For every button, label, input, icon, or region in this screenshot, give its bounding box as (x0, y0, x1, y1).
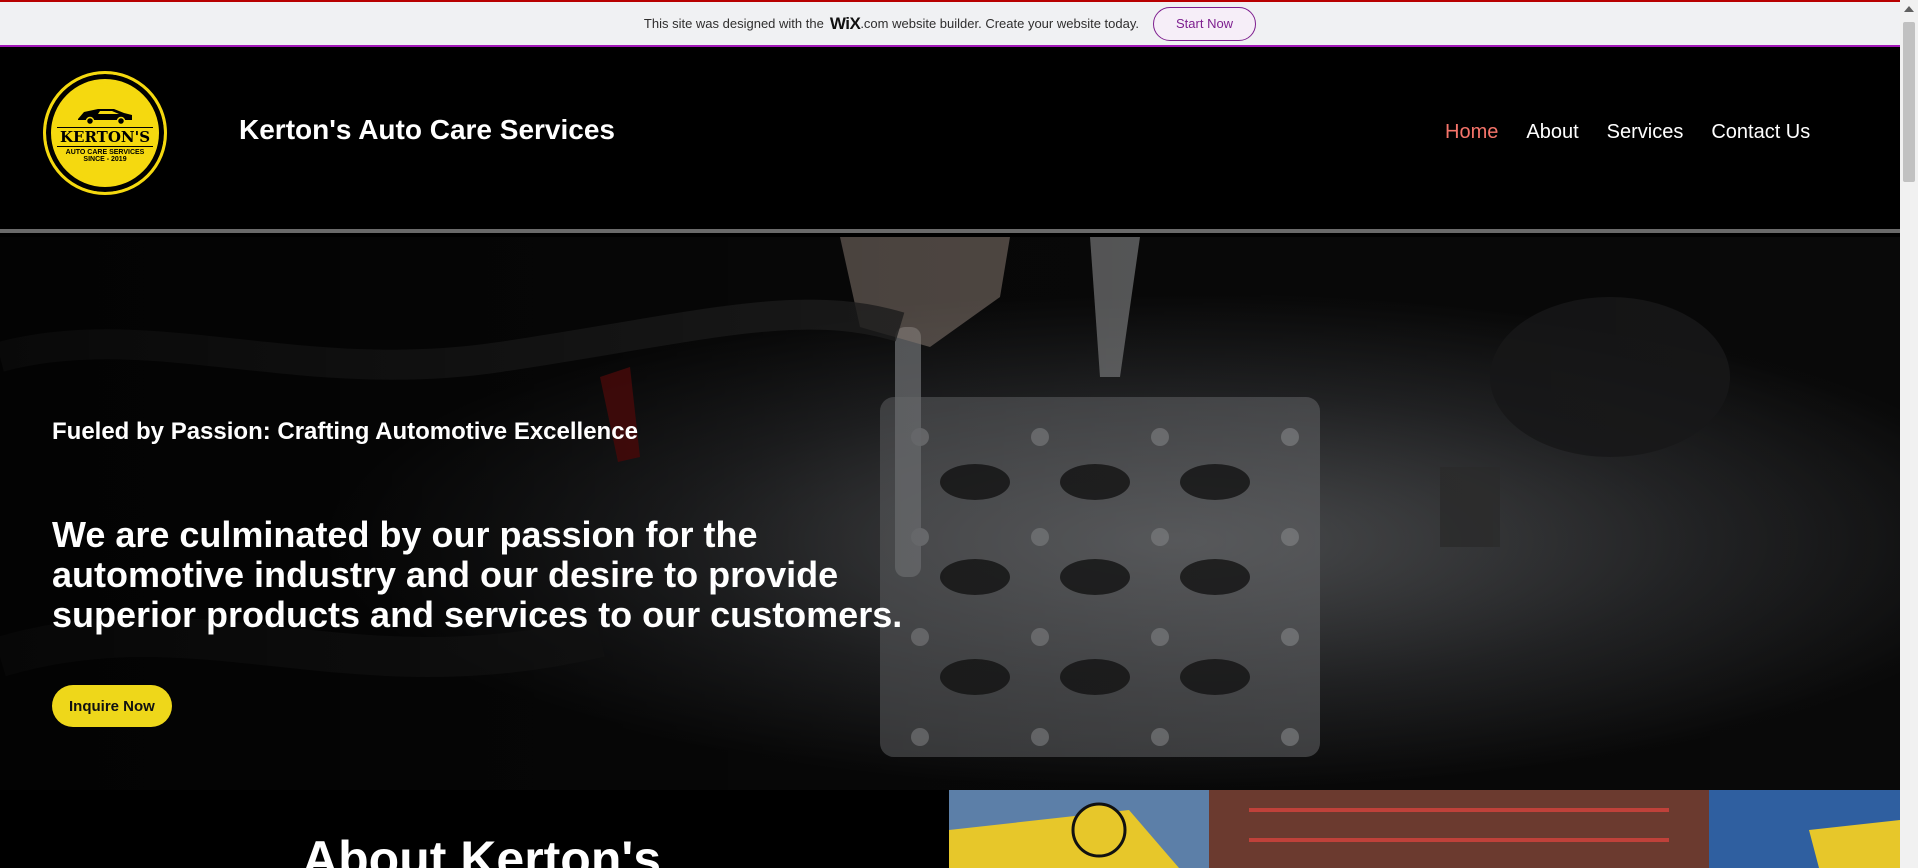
hero-subtitle: Fueled by Passion: Crafting Automotive E… (52, 418, 638, 445)
site-header: KERTON'S AUTO CARE SERVICES SINCE - 2019… (0, 47, 1900, 233)
shop-photo (949, 790, 1900, 868)
about-section: About Kerton's (0, 790, 1900, 868)
wix-banner-text-before: This site was designed with the (643, 16, 824, 31)
scrollbar-thumb[interactable] (1903, 22, 1915, 182)
wix-banner-text-after: .com website builder. Create your websit… (860, 16, 1139, 31)
scroll-up-icon[interactable] (1904, 6, 1914, 12)
nav-contact-us[interactable]: Contact Us (1711, 121, 1810, 144)
car-icon (78, 109, 132, 125)
hero-headline: We are culminated by our passion for the… (52, 514, 903, 635)
site-logo[interactable]: KERTON'S AUTO CARE SERVICES SINCE - 2019 (43, 71, 167, 195)
about-title: About Kerton's (302, 831, 662, 868)
site-title[interactable]: Kerton's Auto Care Services (239, 114, 615, 146)
logo-emblem: KERTON'S AUTO CARE SERVICES SINCE - 2019 (56, 85, 154, 181)
wix-logo: WiX (829, 13, 861, 33)
nav-services[interactable]: Services (1607, 121, 1684, 144)
logo-tagline: AUTO CARE SERVICES (65, 149, 145, 156)
start-now-button[interactable]: Start Now (1153, 6, 1257, 41)
page-scrollbar[interactable] (1900, 0, 1918, 868)
nav-home[interactable]: Home (1445, 121, 1498, 144)
main-nav: Home About Services Contact Us (1445, 121, 1838, 144)
inquire-now-button[interactable]: Inquire Now (52, 685, 172, 727)
wix-banner: This site was designed with the WiX .com … (0, 0, 1900, 47)
logo-name: KERTON'S (56, 127, 154, 147)
nav-about[interactable]: About (1526, 121, 1578, 144)
hero-section: Fueled by Passion: Crafting Automotive E… (0, 237, 1900, 790)
logo-since: SINCE - 2019 (83, 156, 127, 163)
